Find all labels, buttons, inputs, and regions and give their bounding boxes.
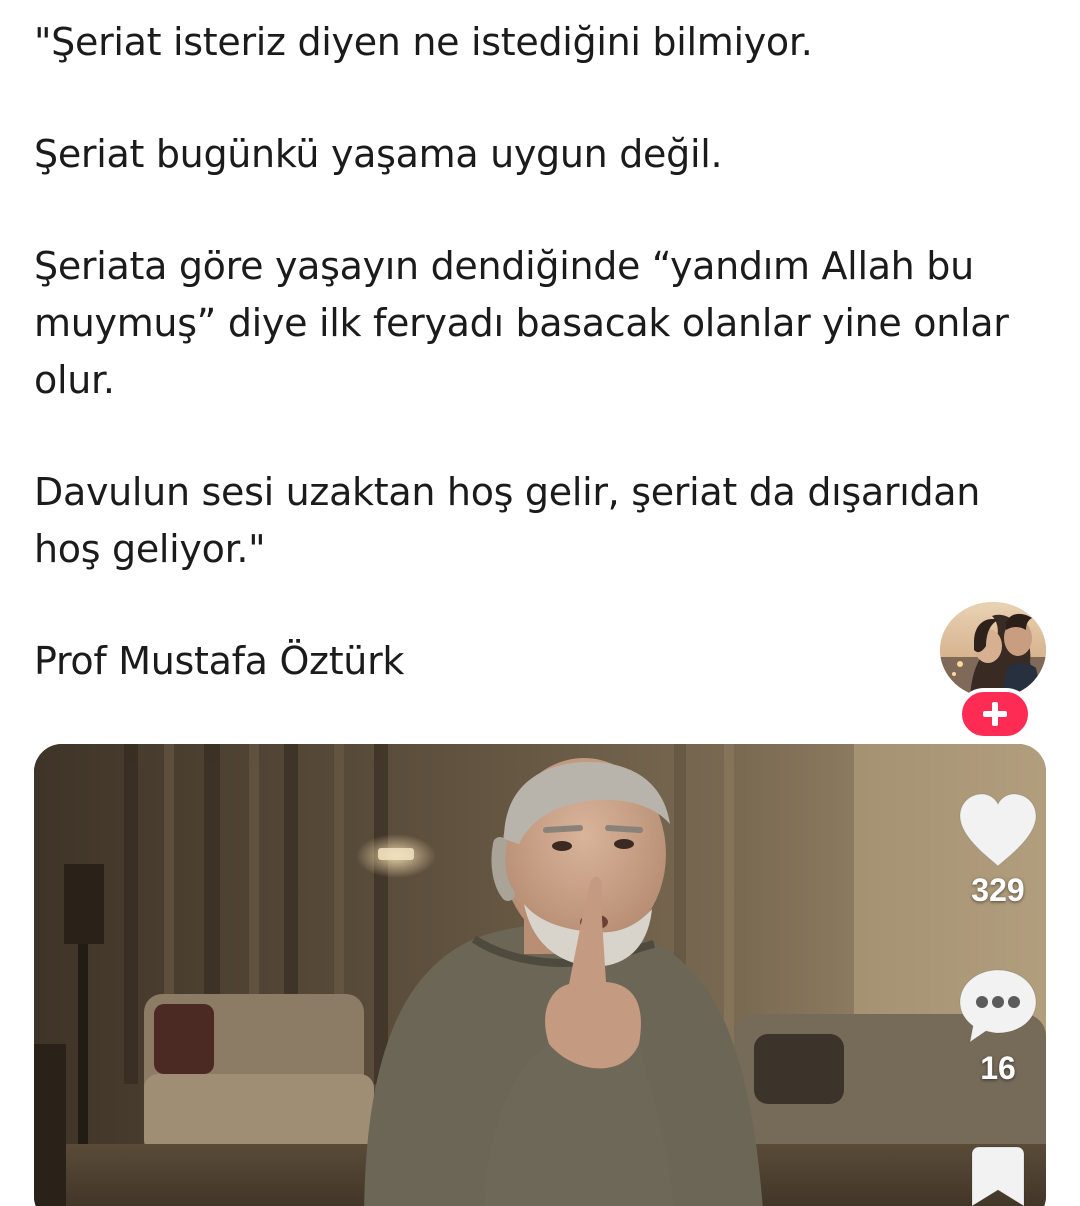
like-button[interactable]: 329: [950, 792, 1046, 908]
comment-button[interactable]: 16: [950, 966, 1046, 1086]
post-caption: "Şeriat isteriz diyen ne istediğini bilm…: [34, 14, 1044, 690]
tiktok-post-screen: "Şeriat isteriz diyen ne istediğini bilm…: [0, 0, 1080, 1206]
caption-paragraph-4: Davulun sesi uzaktan hoş gelir, şeriat d…: [34, 470, 981, 571]
bookmark-button[interactable]: [950, 1146, 1046, 1206]
like-count: 329: [971, 872, 1025, 908]
follow-button[interactable]: [958, 688, 1032, 740]
comment-bubble-icon: [959, 969, 1037, 1044]
bookmark-icon: [971, 1146, 1025, 1206]
video-still-image: [34, 744, 1046, 1206]
heart-icon: [959, 793, 1037, 867]
comment-count: 16: [980, 1050, 1016, 1086]
avatar-photo: [940, 602, 1046, 698]
caption-paragraph-3: Şeriata göre yaşayın dendiğinde “yandım …: [34, 244, 1009, 402]
avatar-image: [937, 599, 1049, 701]
plus-icon: [983, 702, 1007, 726]
caption-paragraph-2: Şeriat bugünkü yaşama uygun değil.: [34, 132, 723, 176]
caption-author: Prof Mustafa Öztürk: [34, 639, 405, 683]
video-still[interactable]: [34, 744, 1046, 1206]
caption-paragraph-1: "Şeriat isteriz diyen ne istediğini bilm…: [34, 20, 813, 64]
